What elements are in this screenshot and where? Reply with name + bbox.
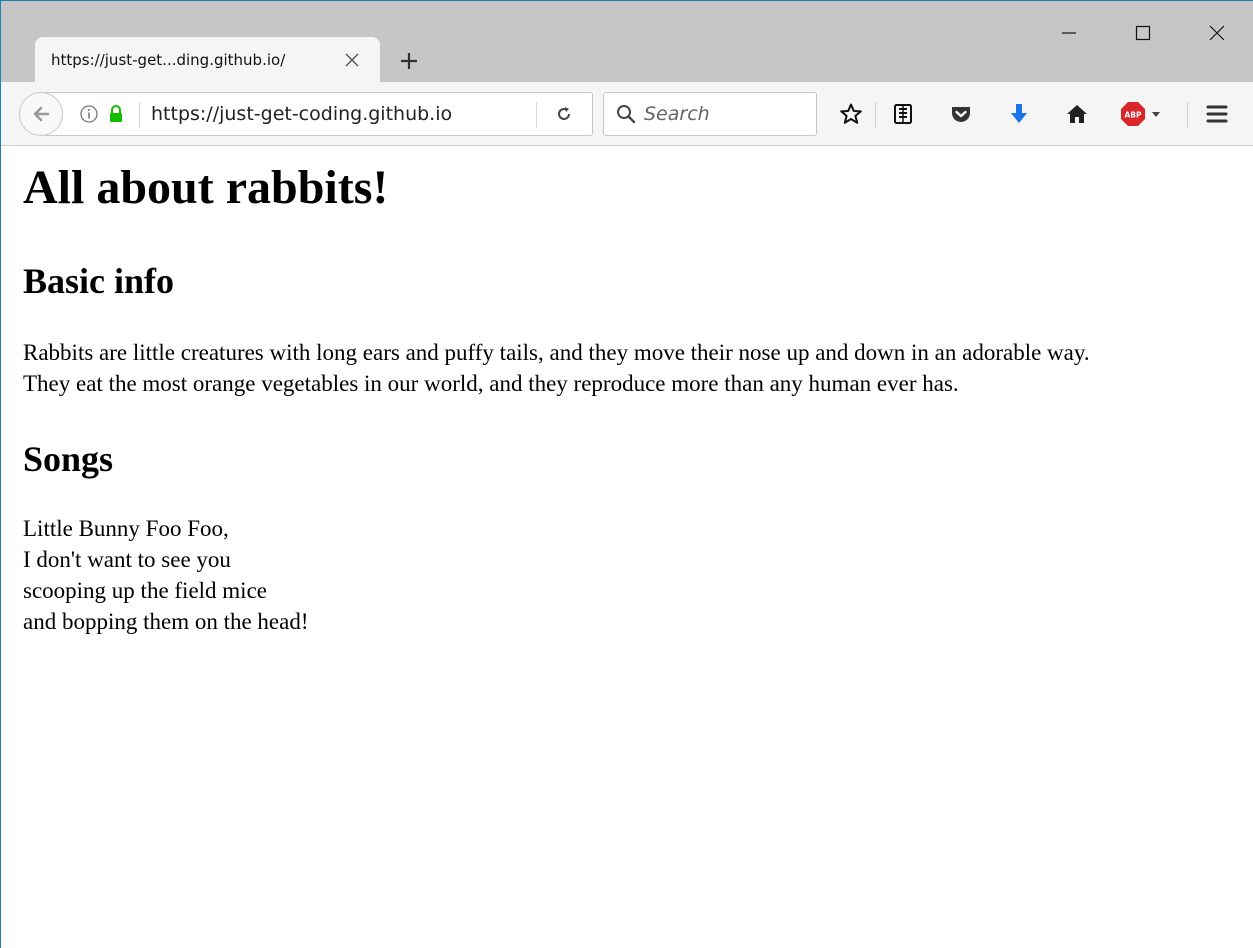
downloads-button[interactable] (1001, 96, 1037, 132)
song-line: scooping up the field mice (23, 578, 267, 603)
address-bar[interactable]: https://just-get-coding.github.io (45, 92, 593, 136)
home-button[interactable] (1059, 96, 1095, 132)
song-line: and bopping them on the head! (23, 609, 309, 634)
reader-view-icon (894, 104, 912, 124)
browser-window: https://just-get...ding.github.io/ https… (0, 0, 1253, 948)
paragraph-line: Rabbits are little creatures with long e… (23, 340, 1090, 365)
pocket-button[interactable] (943, 96, 979, 132)
tab-close-icon[interactable] (341, 49, 363, 71)
adblock-plus-button[interactable]: ABP (1117, 96, 1173, 132)
maximize-button[interactable] (1120, 15, 1166, 51)
download-icon (1011, 104, 1027, 123)
close-window-button[interactable] (1194, 15, 1240, 51)
info-icon[interactable] (79, 104, 99, 129)
tab-title: https://just-get...ding.github.io/ (51, 51, 286, 69)
back-arrow-icon (33, 106, 50, 122)
active-tab[interactable]: https://just-get...ding.github.io/ (35, 37, 380, 83)
navigation-toolbar: https://just-get-coding.github.io Search… (1, 82, 1253, 146)
pocket-icon (952, 107, 970, 122)
toolbar-divider (1187, 102, 1188, 128)
page-title: All about rabbits! (23, 161, 389, 214)
reader-view-button[interactable] (885, 96, 921, 132)
star-icon (840, 103, 862, 124)
hamburger-menu-icon (1206, 105, 1228, 123)
search-input[interactable] (644, 99, 810, 129)
svg-text:ABP: ABP (1124, 111, 1142, 120)
section-heading-basic-info: Basic info (23, 261, 175, 301)
urlbar-divider (139, 102, 140, 128)
song-line: Little Bunny Foo Foo, (23, 516, 229, 541)
adblock-plus-icon: ABP (1121, 102, 1160, 126)
search-icon (615, 103, 637, 130)
bookmark-star-button[interactable] (833, 96, 869, 132)
reload-icon[interactable] (554, 104, 574, 129)
urlbar-divider (536, 102, 537, 128)
toolbar-divider (875, 102, 876, 128)
back-button[interactable] (19, 92, 63, 136)
tab-strip: https://just-get...ding.github.io/ (1, 1, 1253, 83)
section-heading-songs: Songs (23, 439, 114, 479)
page-content: All about rabbits! Basic info Rabbits ar… (1, 146, 1253, 948)
new-tab-button[interactable] (393, 45, 425, 77)
url-text[interactable]: https://just-get-coding.github.io (151, 103, 452, 125)
minimize-button[interactable] (1046, 15, 1092, 51)
home-icon (1067, 105, 1087, 123)
song-line: I don't want to see you (23, 547, 231, 572)
open-menu-button[interactable] (1199, 96, 1235, 132)
search-bar[interactable] (603, 92, 817, 136)
lock-icon[interactable] (106, 104, 126, 129)
paragraph-line: They eat the most orange vegetables in o… (23, 371, 959, 396)
